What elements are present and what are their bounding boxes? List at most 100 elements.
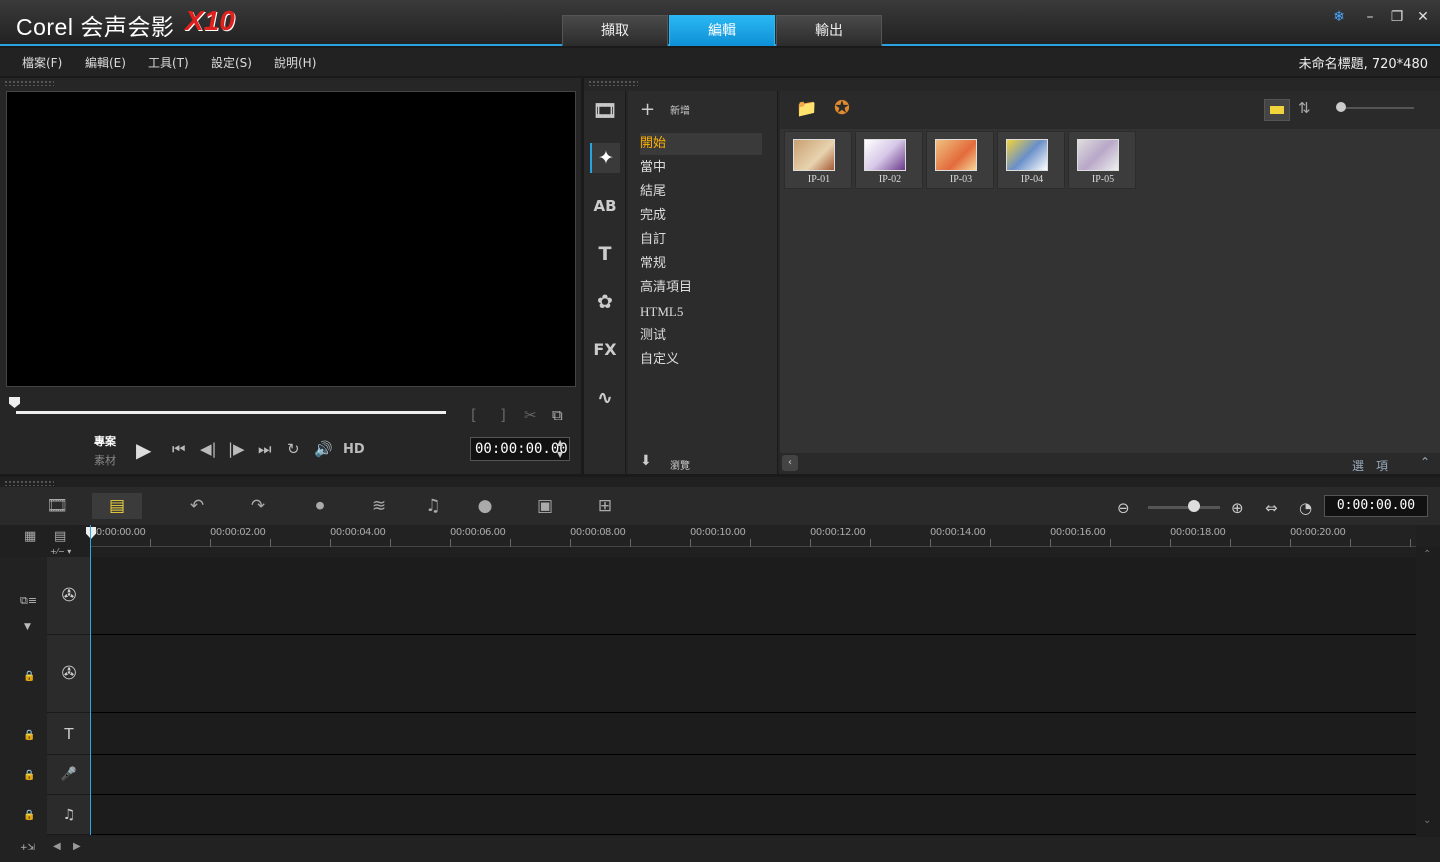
music-track-header[interactable]: ♫ — [47, 795, 91, 835]
mark-out-icon[interactable]: ] — [500, 406, 506, 424]
category-item[interactable]: HTML5 — [640, 301, 762, 323]
minimize-button[interactable]: – — [1361, 8, 1379, 26]
scrubber-bar[interactable] — [16, 411, 446, 414]
fit-tracks-icon[interactable]: +⇲ — [20, 843, 35, 853]
scroll-down-icon[interactable]: ⌄ — [1423, 815, 1431, 826]
panel-grip[interactable] — [4, 480, 54, 486]
voice-track-header[interactable]: 🎤 — [47, 755, 91, 795]
chapter-icon[interactable]: ▤ — [54, 529, 66, 544]
previous-frame-icon[interactable]: ◀| — [200, 440, 217, 458]
timecode-field[interactable]: 00:00:00.00 — [470, 437, 570, 461]
snowflake-icon[interactable]: ❄ — [1330, 8, 1348, 26]
timecode-down-icon[interactable]: ▼ — [557, 450, 563, 459]
tab-capture[interactable]: 擷取 — [562, 15, 668, 46]
thumbnail-size-slider[interactable] — [1340, 107, 1414, 109]
category-item[interactable]: 開始 — [640, 133, 762, 155]
mode-project[interactable]: 專案 — [94, 433, 116, 449]
view-toggle-button[interactable] — [1264, 99, 1290, 121]
play-icon[interactable]: ▶ — [136, 438, 151, 462]
path-icon[interactable]: ∿ — [590, 383, 620, 413]
fit-project-icon[interactable]: ⇔ — [1265, 499, 1278, 517]
close-button[interactable]: ✕ — [1414, 8, 1432, 26]
video-track-header[interactable]: ✇ — [47, 557, 91, 635]
thumbnail-item[interactable]: IP-03 — [926, 131, 994, 189]
multicam-icon[interactable]: ⊞ — [580, 493, 630, 519]
timeline-ruler[interactable]: 00:00:00.00 00:00:02.00 00:00:04.00 00:0… — [90, 525, 1416, 547]
film-reel-icon[interactable]: ✪ — [834, 97, 850, 119]
browse-icon[interactable]: ⬇ — [640, 453, 652, 469]
menu-settings[interactable]: 設定(S) — [211, 54, 252, 71]
sound-mixer-icon[interactable]: ≋ — [354, 493, 404, 519]
title-track[interactable] — [91, 713, 1416, 755]
category-item[interactable]: 测试 — [640, 325, 762, 347]
record-capture-icon[interactable]: ⏺ — [295, 493, 345, 519]
category-item[interactable]: 自定义 — [640, 349, 762, 371]
timecode-up-icon[interactable]: ▲ — [557, 438, 563, 447]
repeat-icon[interactable]: ↻ — [287, 440, 300, 458]
vertical-scrollbar[interactable]: ⌃ ⌄ — [1416, 547, 1440, 837]
thumbnail-item[interactable]: IP-02 — [855, 131, 923, 189]
thumbnail-item[interactable]: IP-05 — [1068, 131, 1136, 189]
add-icon[interactable]: + — [640, 99, 655, 120]
category-item[interactable]: 高清項目 — [640, 277, 762, 299]
collapse-left-icon[interactable]: ‹ — [782, 455, 798, 471]
home-icon[interactable]: ⏮ — [172, 440, 186, 458]
storyboard-view-icon[interactable]: 🎞 — [32, 493, 82, 519]
timeline-view-icon[interactable]: ▤ — [92, 493, 142, 519]
category-item[interactable]: 完成 — [640, 205, 762, 227]
add-track-icon[interactable]: +⁄− ▾ — [50, 547, 71, 556]
menu-edit[interactable]: 編輯(E) — [85, 54, 126, 71]
slider-knob[interactable] — [1336, 102, 1346, 112]
menu-file[interactable]: 檔案(F) — [22, 54, 62, 71]
enlarge-preview-icon[interactable]: ⧉ — [552, 406, 563, 424]
scissors-icon[interactable]: ✂ — [524, 406, 537, 424]
category-item[interactable]: 當中 — [640, 157, 762, 179]
video-track[interactable] — [91, 557, 1416, 635]
lock-icon[interactable]: 🔒 — [23, 671, 35, 682]
lock-icon[interactable]: 🔒 — [23, 730, 35, 741]
browse-button[interactable]: 瀏覽 — [670, 457, 690, 472]
end-icon[interactable]: ⏭ — [258, 440, 272, 458]
options-button[interactable]: 選 項 — [1352, 457, 1388, 474]
volume-icon[interactable]: 🔊 — [314, 440, 333, 458]
lock-icon[interactable]: 🔒 — [23, 810, 35, 821]
mark-in-icon[interactable]: [ — [471, 406, 477, 424]
graphic-icon[interactable]: ✿ — [590, 287, 620, 317]
instant-project-icon[interactable]: ✦ — [590, 143, 620, 173]
ripple-edit-icon[interactable]: ⧉≡ — [20, 594, 37, 608]
redo-icon[interactable]: ↷ — [233, 493, 283, 519]
hd-toggle[interactable]: HD — [343, 442, 365, 457]
scroll-up-icon[interactable]: ⌃ — [1423, 549, 1431, 560]
category-item[interactable]: 常规 — [640, 253, 762, 275]
filter-fx-icon[interactable]: FX — [590, 335, 620, 365]
zoom-out-icon[interactable]: ⊖ — [1117, 499, 1130, 517]
zoom-slider-knob[interactable] — [1188, 500, 1200, 512]
track-manager-icon[interactable]: ▦ — [24, 529, 36, 544]
lock-icon[interactable]: 🔒 — [23, 770, 35, 781]
overlay-track[interactable] — [91, 635, 1416, 713]
mode-clip[interactable]: 素材 — [94, 452, 116, 468]
motion-tracking-icon[interactable]: ● — [460, 493, 510, 519]
panel-grip[interactable] — [588, 80, 638, 86]
overlay-track-header[interactable]: ✇ — [47, 635, 91, 713]
thumbnail-item[interactable]: IP-01 — [784, 131, 852, 189]
category-item[interactable]: 結尾 — [640, 181, 762, 203]
tab-share[interactable]: 輸出 — [776, 15, 882, 46]
scrubber-handle[interactable] — [9, 397, 20, 408]
media-icon[interactable]: 🎞 — [590, 96, 620, 126]
auto-music-icon[interactable]: ♫ — [408, 493, 458, 519]
folder-icon[interactable]: 📁 — [796, 99, 817, 119]
add-category-button[interactable]: 新增 — [670, 102, 690, 117]
menu-tools[interactable]: 工具(T) — [148, 54, 189, 71]
zoom-in-icon[interactable]: ⊕ — [1231, 499, 1244, 517]
panel-grip[interactable] — [4, 80, 54, 86]
scroll-left-icon[interactable]: ◀ — [53, 841, 61, 852]
menu-help[interactable]: 說明(H) — [274, 54, 316, 71]
transition-icon[interactable]: AB — [590, 191, 620, 221]
subtitle-editor-icon[interactable]: ▣ — [520, 493, 570, 519]
ripple-dropdown-icon[interactable]: ▼ — [24, 622, 31, 632]
title-icon[interactable]: T — [590, 239, 620, 269]
voice-track[interactable] — [91, 755, 1416, 795]
music-track[interactable] — [91, 795, 1416, 835]
category-item[interactable]: 自訂 — [640, 229, 762, 251]
